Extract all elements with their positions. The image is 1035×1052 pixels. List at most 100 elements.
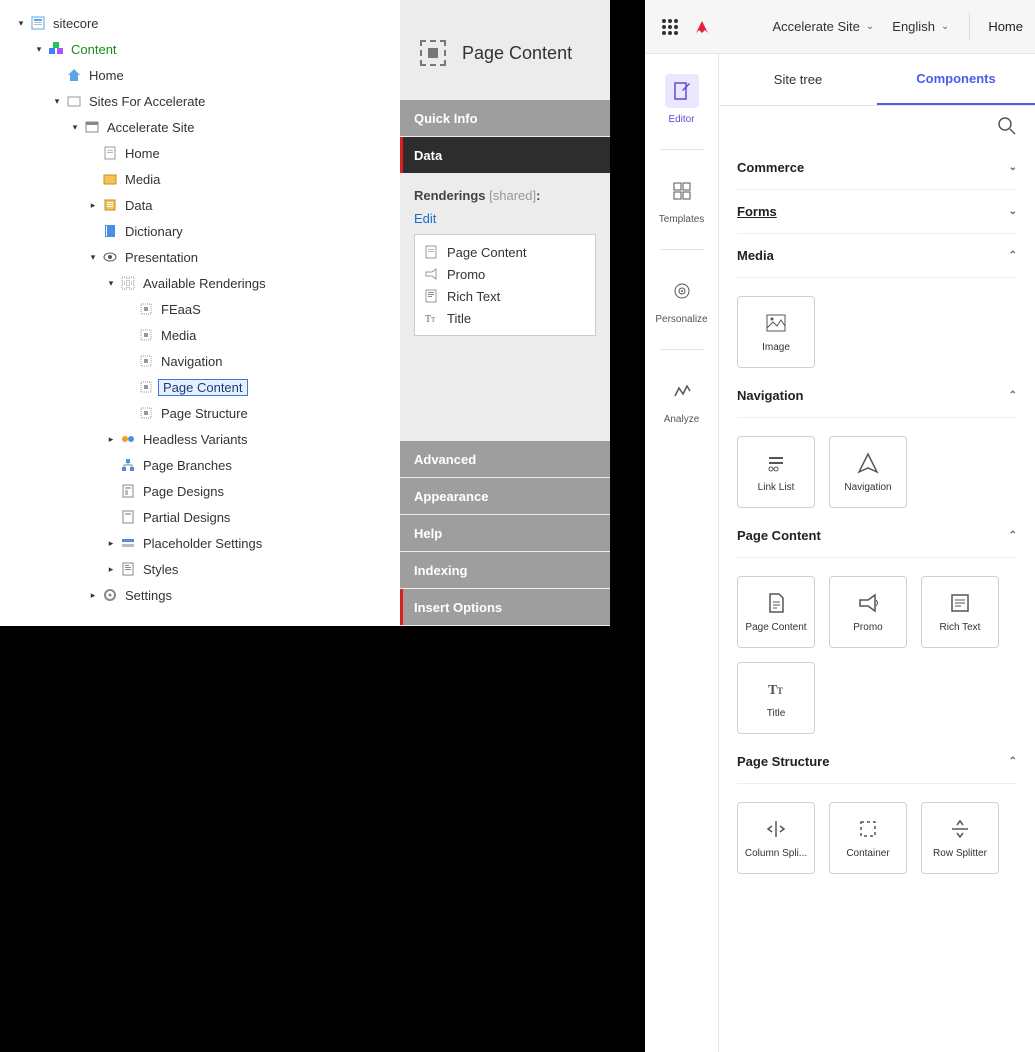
section-data[interactable]: Data (400, 137, 610, 173)
tree-label: Media (158, 327, 199, 344)
caret-down-icon[interactable]: ▾ (106, 278, 116, 289)
title-icon: TT (765, 678, 787, 700)
column-splitter-icon (765, 818, 787, 840)
tree-node-ar-page-structure[interactable]: ▸Page Structure (124, 400, 394, 426)
richtext-icon (423, 288, 439, 304)
component-card-rich-text[interactable]: Rich Text (921, 576, 999, 648)
rendering-group-icon (138, 301, 154, 317)
language-dropdown[interactable]: English ⌄ (886, 19, 955, 34)
field-shared-indicator: [shared] (489, 188, 536, 203)
tree-node-headless-variants[interactable]: ▸Headless Variants (106, 426, 394, 452)
rendering-item[interactable]: Page Content (423, 241, 587, 263)
section-quick-info[interactable]: Quick Info (400, 100, 610, 136)
tree-node-styles[interactable]: ▸ Styles (106, 556, 394, 582)
tree-node-dictionary[interactable]: ▸Dictionary (88, 218, 394, 244)
tree-node-available-renderings[interactable]: ▾ Available Renderings (106, 270, 394, 296)
caret-right-icon[interactable]: ▸ (106, 564, 116, 575)
accordion-forms[interactable]: Forms⌄ (737, 190, 1017, 234)
tree-node-content[interactable]: ▾ Content (34, 36, 394, 62)
component-card-navigation[interactable]: Navigation (829, 436, 907, 508)
tree-node-home[interactable]: ▸Home (88, 140, 394, 166)
component-card-container[interactable]: Container (829, 802, 907, 874)
styles-icon (120, 561, 136, 577)
tree-node-page-branches[interactable]: ▸Page Branches (106, 452, 394, 478)
component-card-column-splitter[interactable]: Column Spli... (737, 802, 815, 874)
section-insert-options[interactable]: Insert Options (400, 589, 610, 625)
caret-right-icon[interactable]: ▸ (106, 538, 116, 549)
component-card-title[interactable]: TTTitle (737, 662, 815, 734)
component-card-promo[interactable]: Promo (829, 576, 907, 648)
tree-label: Navigation (158, 353, 225, 370)
templates-icon (665, 174, 699, 208)
tree-node-settings[interactable]: ▸ Settings (88, 582, 394, 608)
site-dropdown[interactable]: Accelerate Site ⌄ (766, 19, 880, 34)
tab-site-tree[interactable]: Site tree (719, 54, 877, 105)
apps-icon[interactable] (659, 16, 681, 38)
tree-label: Styles (140, 561, 181, 578)
rail-analyze[interactable]: Analyze (652, 368, 712, 431)
accordion-media[interactable]: Media⌃ (737, 234, 1017, 278)
tree-node-ar-media[interactable]: ▸Media (124, 322, 394, 348)
tree-node-ar-page-content[interactable]: ▸Page Content (124, 374, 394, 400)
richtext-icon (949, 592, 971, 614)
rail-templates[interactable]: Templates (652, 168, 712, 231)
caret-down-icon[interactable]: ▾ (88, 252, 98, 263)
tree-node-feaas[interactable]: ▸FEaaS (124, 296, 394, 322)
edit-link[interactable]: Edit (414, 211, 436, 226)
tree-label: Settings (122, 587, 175, 604)
accordion-page-structure[interactable]: Page Structure⌃ (737, 740, 1017, 784)
accordion-commerce[interactable]: Commerce⌄ (737, 146, 1017, 190)
caret-down-icon[interactable]: ▾ (70, 122, 80, 133)
page-designs-icon (120, 483, 136, 499)
component-card-row-splitter[interactable]: Row Splitter (921, 802, 999, 874)
caret-down-icon[interactable]: ▾ (16, 18, 26, 29)
promo-icon (423, 266, 439, 282)
tree-node-accelerate-site[interactable]: ▾ Accelerate Site (70, 114, 394, 140)
tree-node-presentation[interactable]: ▾ Presentation (88, 244, 394, 270)
title-icon: TT (423, 310, 439, 326)
tree-node-home[interactable]: ▸ Home (52, 62, 394, 88)
tree-node-placeholder-settings[interactable]: ▸ Placeholder Settings (106, 530, 394, 556)
tree-node-media[interactable]: ▸Media (88, 166, 394, 192)
tree-node-sitecore[interactable]: ▾ sitecore (16, 10, 394, 36)
tree-label: Page Branches (140, 457, 235, 474)
tree-label: Available Renderings (140, 275, 269, 292)
component-card-page-content[interactable]: Page Content (737, 576, 815, 648)
sitecore-logo-icon[interactable] (691, 16, 713, 38)
caret-right-icon[interactable]: ▸ (88, 200, 98, 211)
row-splitter-icon (949, 818, 971, 840)
accordion-page-content[interactable]: Page Content⌃ (737, 514, 1017, 558)
rail-editor[interactable]: Editor (652, 68, 712, 131)
tree-node-ar-navigation[interactable]: ▸Navigation (124, 348, 394, 374)
tree-node-partial-designs[interactable]: ▸Partial Designs (106, 504, 394, 530)
caret-down-icon[interactable]: ▾ (34, 44, 44, 55)
topbar: Accelerate Site ⌄ English ⌄ Home (645, 0, 1035, 54)
chevron-up-icon: ⌃ (1009, 756, 1017, 767)
caret-right-icon[interactable]: ▸ (88, 590, 98, 601)
chevron-up-icon: ⌃ (1009, 530, 1017, 541)
tree-node-data[interactable]: ▸Data (88, 192, 394, 218)
rail-personalize[interactable]: Personalize (652, 268, 712, 331)
component-card-image[interactable]: Image (737, 296, 815, 368)
rendering-item[interactable]: TTTitle (423, 307, 587, 329)
rendering-item[interactable]: Rich Text (423, 285, 587, 307)
caret-right-icon[interactable]: ▸ (106, 434, 116, 445)
section-indexing[interactable]: Indexing (400, 552, 610, 588)
tree-label: Placeholder Settings (140, 535, 265, 552)
section-advanced[interactable]: Advanced (400, 441, 610, 477)
search-icon[interactable] (997, 116, 1017, 136)
tab-components[interactable]: Components (877, 54, 1035, 105)
component-card-link-list[interactable]: Link List (737, 436, 815, 508)
breadcrumb-home[interactable]: Home (984, 19, 1025, 34)
page-icon (765, 592, 787, 614)
accordion-navigation[interactable]: Navigation⌃ (737, 374, 1017, 418)
caret-down-icon[interactable]: ▾ (52, 96, 62, 107)
section-help[interactable]: Help (400, 515, 610, 551)
rendering-item[interactable]: Promo (423, 263, 587, 285)
section-appearance[interactable]: Appearance (400, 478, 610, 514)
tree-node-page-designs[interactable]: ▸Page Designs (106, 478, 394, 504)
tree-node-sites-for-accelerate[interactable]: ▾ Sites For Accelerate (52, 88, 394, 114)
tree-label: Media (122, 171, 163, 188)
dictionary-icon (102, 223, 118, 239)
svg-text:T: T (431, 316, 436, 324)
